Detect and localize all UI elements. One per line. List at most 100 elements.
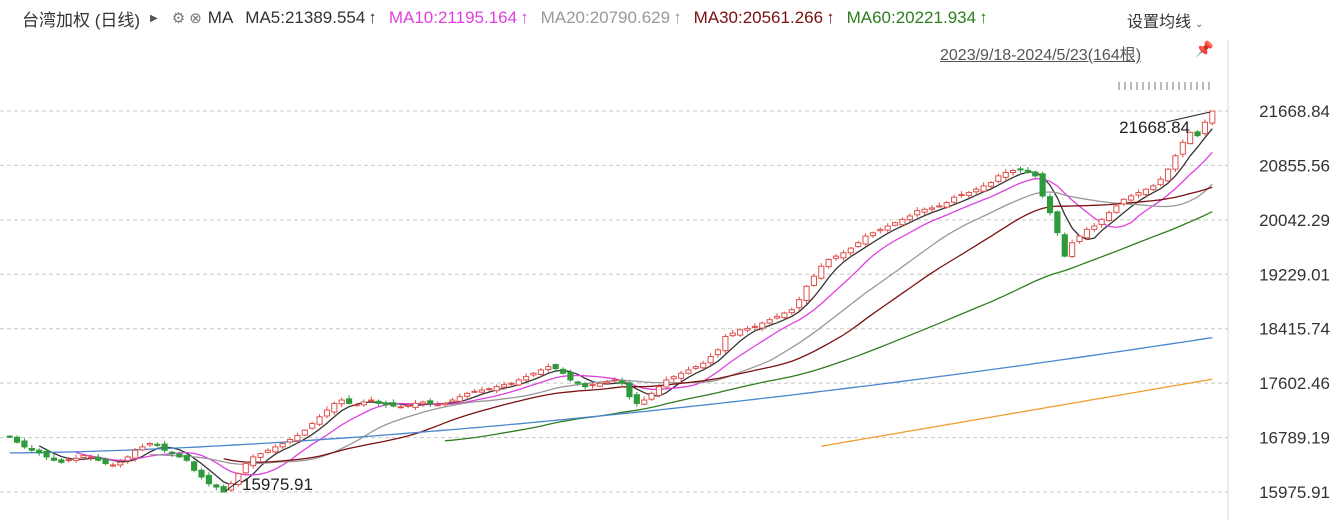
candle-body [633, 394, 640, 404]
candle-body [810, 275, 817, 286]
candle-body [493, 386, 500, 392]
candle-body [1091, 225, 1098, 230]
candle-body [109, 464, 117, 467]
legend-bar: 台湾加权 (日线) ▶ ⚙ ⊗ MA MA5:21389.554 ↑ MA10:21… [0, 0, 1228, 36]
candle-body [700, 362, 707, 369]
candle-body [205, 474, 212, 485]
candle-body [641, 399, 648, 405]
settings-ma-button[interactable]: 设置均线 ⌄ [1127, 8, 1203, 32]
candle-body [397, 406, 404, 409]
candle-body [250, 456, 257, 467]
candle-body [574, 381, 581, 384]
candle-body [154, 443, 161, 446]
ma-line-ma250 [821, 378, 1213, 447]
gear-icon[interactable]: ⚙ [172, 9, 185, 27]
caret-right-icon[interactable]: ▶ [150, 13, 158, 24]
candle-body [818, 265, 825, 279]
candle-body [825, 258, 832, 268]
y-tick-label: 16789.19 [1259, 429, 1330, 448]
candle-body [1113, 205, 1120, 213]
candle-body [1032, 171, 1039, 177]
index-title[interactable]: 台湾加权 (日线) [22, 6, 140, 31]
candle-body [1069, 242, 1076, 258]
candle-body [914, 210, 921, 216]
candle-body [412, 402, 419, 408]
candle-body [486, 388, 493, 391]
candle-body [331, 402, 338, 413]
y-tick-label: 20042.29 [1259, 211, 1330, 230]
candle-body [139, 446, 146, 451]
chevron-down-icon: ⌄ [1195, 19, 1204, 30]
candle-body [928, 207, 936, 210]
ma-line-ma20 [149, 183, 1213, 465]
candle-body [1120, 198, 1127, 205]
y-tick-label: 17602.46 [1259, 374, 1330, 393]
candle-body [323, 409, 331, 417]
arrow-up-icon: ↑ [520, 8, 529, 27]
candle-body [877, 228, 884, 232]
candle-body [973, 188, 980, 193]
candle-body [537, 369, 544, 375]
candle-body [523, 376, 530, 381]
candle-body [500, 384, 508, 388]
candle-body [132, 449, 139, 459]
date-range[interactable]: 2023/9/18-2024/5/23(164根) [940, 41, 1141, 65]
low-annotation: 15975.91 [242, 475, 313, 494]
candle-body [589, 384, 596, 387]
candle-body [1128, 195, 1135, 201]
y-tick-label: 20855.56 [1259, 156, 1330, 175]
candle-body [1046, 196, 1054, 214]
candle-body [832, 255, 840, 259]
candle-body [545, 366, 552, 371]
candle-body [685, 369, 692, 374]
candle-body [626, 382, 633, 398]
candle-body [582, 383, 589, 388]
candle-body [1209, 110, 1216, 124]
zoom-strip[interactable] [1118, 82, 1214, 90]
candle-body [788, 309, 795, 314]
candle-body [168, 451, 176, 455]
candle-body [272, 446, 279, 453]
candle-body [1157, 178, 1164, 186]
candle-body [737, 329, 744, 336]
candle-body [198, 469, 205, 478]
candle-body [390, 402, 397, 407]
candle-body [891, 222, 899, 226]
candle-body [773, 315, 781, 319]
candle-body [855, 242, 862, 248]
candle-body [1039, 173, 1046, 197]
candle-body [862, 235, 869, 245]
candle-body [375, 400, 382, 404]
candle-body [220, 486, 227, 493]
candle-body [13, 436, 21, 443]
candle-body [980, 185, 987, 192]
candle-body [759, 322, 766, 329]
candle-body [987, 182, 995, 187]
candle-body [950, 196, 958, 203]
candle-body [213, 484, 220, 488]
candle-body [478, 389, 485, 393]
candle-body [958, 194, 965, 197]
candle-body [722, 335, 729, 352]
candle-body [552, 364, 559, 370]
arrow-up-icon: ↑ [826, 8, 835, 27]
candle-body [965, 192, 972, 196]
candle-body [102, 458, 109, 465]
candle-body [286, 439, 294, 443]
candle-body [995, 175, 1002, 182]
kline-chart[interactable]: 21668.84 20855.56 20042.29 19229.01 18415.74… [0, 0, 1336, 520]
pin-icon[interactable]: 📌 [1195, 40, 1214, 58]
candle-body [559, 368, 567, 374]
candle-body [714, 349, 722, 356]
candle-body [80, 455, 87, 458]
close-icon[interactable]: ⊗ [189, 9, 202, 27]
candle-body [353, 404, 360, 407]
candle-body [1201, 121, 1209, 135]
candle-body [1150, 185, 1157, 191]
candle-body [678, 372, 685, 379]
candle-body [604, 381, 611, 384]
candle-body [1054, 211, 1061, 234]
ma-value-2: MA20:20790.629 [540, 8, 671, 27]
candle-body [161, 443, 168, 451]
candle-body [345, 398, 353, 404]
